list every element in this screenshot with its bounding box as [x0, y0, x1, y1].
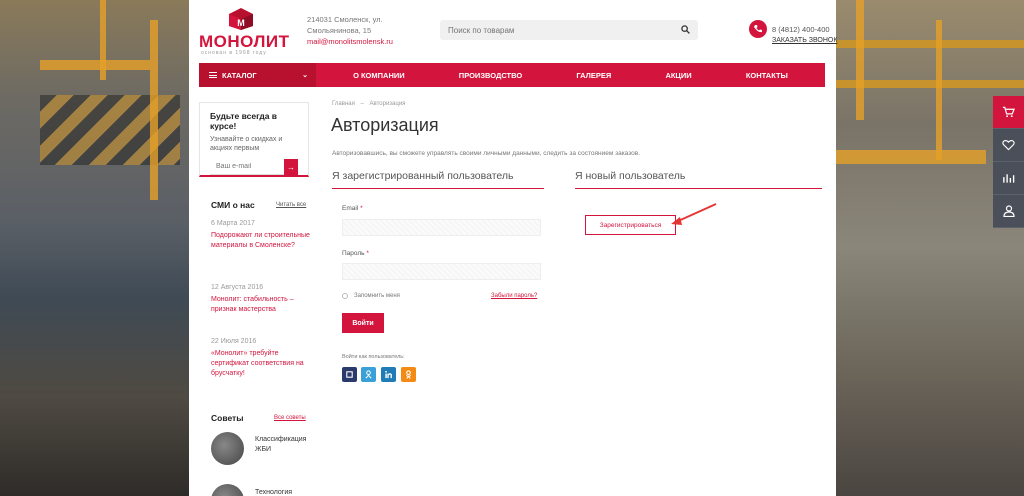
search-input[interactable] — [440, 21, 670, 40]
svg-text:М: М — [237, 18, 245, 28]
subscribe-text: Узнавайте о скидках и акциях первым — [210, 136, 283, 152]
search-icon[interactable] — [681, 25, 690, 34]
smi-read-all-link[interactable]: Читать все — [276, 202, 306, 208]
tips-all-link[interactable]: Все советы — [274, 415, 306, 421]
background-image-right — [836, 0, 1024, 496]
menu-icon — [209, 72, 217, 78]
news-link[interactable]: «Монолит» требуйте сертификат соответств… — [211, 349, 311, 379]
catalog-label: КАТАЛОГ — [222, 70, 257, 80]
tip-image[interactable] — [211, 432, 244, 465]
subscribe-title: Будьте всегда в курсе! — [210, 111, 278, 131]
nav-item-production[interactable]: ПРОИЗВОДСТВО — [459, 71, 522, 80]
logo-tagline: основан в 1968 году — [201, 50, 267, 56]
account-button[interactable] — [993, 195, 1024, 228]
nav-item-contacts[interactable]: КОНТАКТЫ — [746, 71, 788, 80]
news-item: 22 Июля 2016 «Монолит» требуйте сертифик… — [211, 338, 311, 379]
news-link[interactable]: Монолит: стабильность – признак мастерст… — [211, 295, 311, 315]
tip-image[interactable] — [211, 484, 244, 496]
cart-button[interactable] — [993, 96, 1024, 129]
breadcrumb: Главная – Авторизация — [332, 101, 405, 107]
news-date: 6 Марта 2017 — [211, 220, 255, 227]
background-image-left — [0, 0, 189, 496]
user-icon — [1002, 205, 1015, 217]
login-button[interactable]: Войти — [342, 313, 384, 333]
remember-me[interactable]: Запомнить меня — [342, 293, 400, 299]
email-label-text: Email — [342, 205, 359, 212]
nav-item-promotions[interactable]: АКЦИИ — [665, 71, 691, 80]
subscribe-box: Будьте всегда в курсе! Узнавайте о скидк… — [199, 102, 309, 177]
register-button[interactable]: Зарегистрироваться — [585, 215, 676, 235]
arrow-right-icon: → — [287, 162, 295, 172]
email-field[interactable] — [342, 219, 541, 236]
phone-number[interactable]: 8 (4812) 400-400 — [772, 25, 830, 34]
compare-button[interactable] — [993, 162, 1024, 195]
address-line2: Смольянинова, 15 — [307, 26, 372, 35]
nav-item-about[interactable]: О КОМПАНИИ — [353, 71, 405, 80]
email-label: Email * — [342, 205, 363, 212]
odnoklassniki-icon[interactable] — [401, 367, 416, 382]
heart-icon — [1002, 140, 1015, 151]
tip-link[interactable]: Классификация ЖБИ — [255, 435, 315, 455]
email-link[interactable]: mail@monolitsmolensk.ru — [307, 36, 407, 47]
search-box — [440, 20, 698, 40]
logo[interactable]: М МОНОЛИТ основан в 1968 году — [199, 8, 289, 56]
cart-icon — [1002, 106, 1015, 118]
page-title: Авторизация — [331, 115, 439, 135]
news-link[interactable]: Подорожают ли строительные материалы в С… — [211, 231, 311, 251]
password-label-text: Пароль — [342, 250, 365, 257]
subscribe-email-input[interactable] — [210, 159, 284, 175]
bar-chart-icon — [1003, 174, 1015, 183]
news-item: 6 Марта 2017 Подорожают ли строительные … — [211, 220, 311, 251]
required-mark: * — [366, 250, 369, 257]
catalog-menu[interactable]: КАТАЛОГ ⌄ — [199, 63, 316, 87]
forgot-password-link[interactable]: Забыли пароль? — [491, 293, 537, 299]
remember-checkbox[interactable] — [342, 293, 348, 299]
address: 214031 Смоленск, ул. Смольянинова, 15 ma… — [307, 14, 407, 47]
main-nav: КАТАЛОГ ⌄ О КОМПАНИИ ПРОИЗВОДСТВО ГАЛЕРЕ… — [199, 63, 825, 87]
password-label: Пароль * — [342, 250, 369, 257]
remember-label: Запомнить меня — [354, 293, 400, 299]
favorites-button[interactable] — [993, 129, 1024, 162]
address-line1: 214031 Смоленск, ул. — [307, 15, 383, 24]
smi-title: СМИ о нас — [211, 200, 255, 210]
password-field[interactable] — [342, 263, 541, 280]
subscribe-button[interactable]: → — [284, 159, 298, 175]
phone-icon — [749, 20, 767, 38]
ok-icon[interactable] — [361, 367, 376, 382]
chevron-down-icon: ⌄ — [302, 72, 308, 79]
nav-item-gallery[interactable]: ГАЛЕРЕЯ — [576, 71, 611, 80]
news-date: 12 Августа 2016 — [211, 284, 264, 291]
logo-cube-icon: М — [229, 8, 253, 30]
vk-icon[interactable] — [342, 367, 357, 382]
new-user-title: Я новый пользователь — [575, 170, 822, 189]
breadcrumb-home[interactable]: Главная — [332, 101, 355, 107]
news-item: 12 Августа 2016 Монолит: стабильность – … — [211, 284, 311, 315]
tips-title: Советы — [211, 413, 244, 423]
intro-text: Авторизовавшись, вы сможете управлять св… — [332, 150, 641, 157]
floating-side-bar — [993, 96, 1024, 228]
callback-link[interactable]: ЗАКАЗАТЬ ЗВОНОК — [772, 37, 837, 44]
page: М МОНОЛИТ основан в 1968 году 214031 Смо… — [189, 0, 837, 496]
news-date: 22 Июля 2016 — [211, 338, 257, 345]
required-mark: * — [360, 205, 363, 212]
registered-user-title: Я зарегистрированный пользователь — [332, 170, 544, 189]
tip-link[interactable]: Технология — [255, 488, 315, 496]
social-login-label: Войти как пользователь: — [342, 354, 405, 360]
breadcrumb-current: Авторизация — [369, 101, 406, 107]
breadcrumb-separator: – — [360, 101, 364, 107]
annotation-arrow-icon — [671, 203, 717, 225]
logo-text: МОНОЛИТ — [199, 32, 290, 51]
linkedin-icon[interactable] — [381, 367, 396, 382]
